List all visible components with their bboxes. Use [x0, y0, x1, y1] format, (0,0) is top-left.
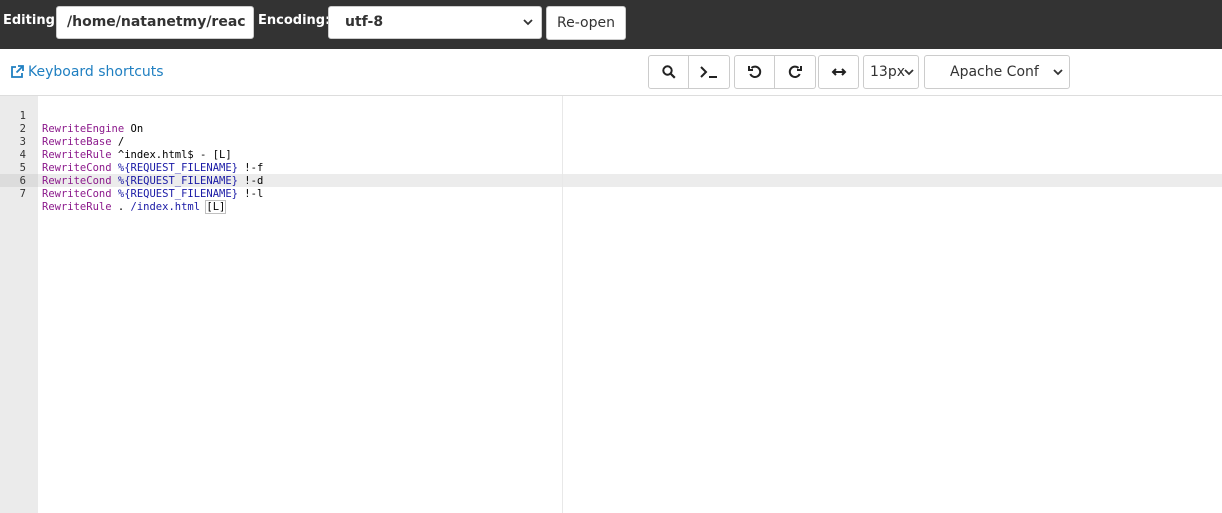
chevron-down-icon [904, 69, 914, 76]
rewrite-flags: [L] [205, 200, 227, 214]
syntax-mode-select[interactable]: Apache Conf [924, 55, 1070, 89]
server-variable: %{REQUEST_FILENAME} [117, 188, 238, 200]
directive-args: !-l [237, 188, 264, 200]
directive-args: . [111, 201, 131, 213]
chevron-down-icon [523, 19, 533, 26]
keyboard-shortcuts-label: Keyboard shortcuts [28, 64, 164, 80]
redo-button[interactable] [775, 55, 816, 89]
chevron-down-icon [1053, 69, 1063, 76]
undo-icon [747, 65, 761, 79]
code-line[interactable]: 2 RewriteBase / [0, 110, 1222, 148]
terminal-icon [700, 66, 717, 78]
directive: RewriteCond [42, 188, 112, 200]
wrap-group [818, 55, 859, 89]
redo-icon [788, 65, 802, 79]
encoding-value: utf-8 [345, 14, 384, 30]
goto-line-button[interactable] [689, 55, 730, 89]
font-size-value: 13px [870, 64, 905, 80]
search-group [648, 55, 730, 89]
code-line[interactable]: 3 RewriteRule ^index.html$ - [L] [0, 123, 1222, 161]
wrap-icon [831, 68, 846, 76]
keyboard-shortcuts-link[interactable]: Keyboard shortcuts [10, 64, 164, 80]
reopen-button[interactable]: Re-open [546, 6, 626, 40]
editor-toolbar: Keyboard shortcuts 13px Apache Conf [0, 49, 1222, 96]
file-path-input[interactable]: /home/natanetmy/reac [56, 6, 254, 39]
history-group [734, 55, 816, 89]
external-link-icon [11, 65, 24, 78]
text-cursor [225, 201, 227, 213]
editor-header-bar: Editing: /home/natanetmy/reac Encoding: … [0, 0, 1222, 49]
line-number: 7 [19, 188, 26, 200]
code-line[interactable]: 4 RewriteCond %{REQUEST_FILENAME} !-f [0, 136, 1222, 174]
code-editor[interactable]: 1 RewriteEngine On 2 RewriteBase / 3 Rew… [0, 96, 1222, 513]
wrap-toggle-button[interactable] [818, 55, 859, 89]
search-icon [661, 65, 676, 79]
font-size-select[interactable]: 13px [863, 55, 919, 89]
directive: RewriteRule [42, 201, 112, 213]
encoding-label: Encoding: [258, 13, 331, 28]
editing-label: Editing: [3, 13, 61, 28]
code-line[interactable]: 7 RewriteRule . /index.html [L] [0, 175, 1222, 214]
rewrite-target: /index.html [130, 201, 201, 213]
search-button[interactable] [648, 55, 689, 89]
syntax-mode-value: Apache Conf [950, 64, 1039, 80]
code-line[interactable]: 6 RewriteCond %{REQUEST_FILENAME} !-l [0, 162, 1222, 200]
undo-button[interactable] [734, 55, 775, 89]
code-line[interactable]: 5 RewriteCond %{REQUEST_FILENAME} !-d [0, 149, 1222, 187]
encoding-select[interactable]: utf-8 [328, 6, 542, 39]
code-line[interactable]: 1 RewriteEngine On [0, 97, 1222, 135]
